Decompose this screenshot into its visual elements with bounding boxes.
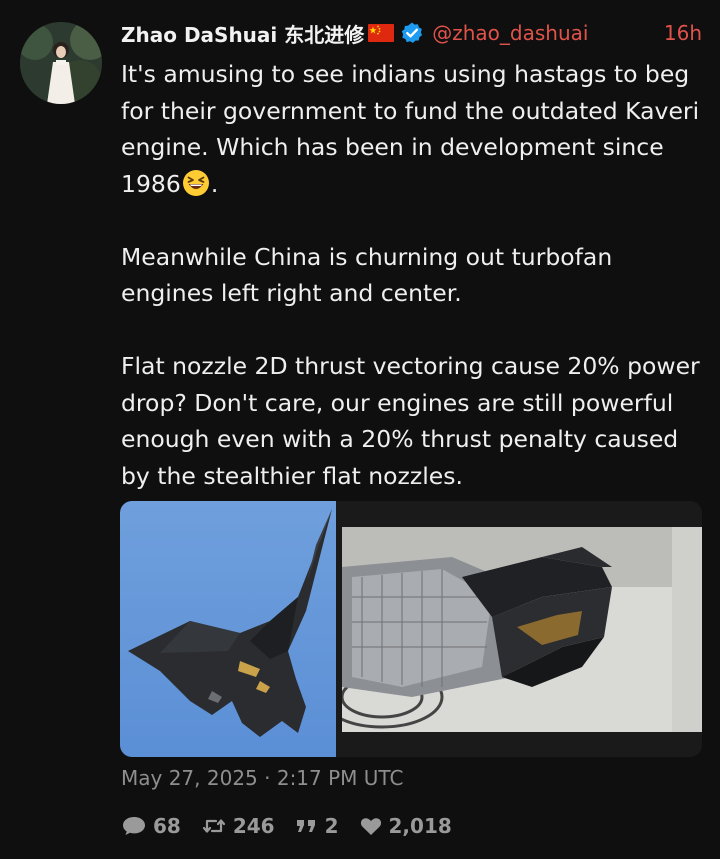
reply-count: 68 [153,814,181,838]
like-button[interactable]: 2,018 [359,814,452,838]
post-paragraph-3: Flat nozzle 2D thrust vectoring cause 20… [121,352,700,490]
retweet-button[interactable]: 246 [201,814,275,838]
post-paragraph-2: Meanwhile China is churning out turbofan… [121,242,613,308]
post-timestamp[interactable]: May 27, 2025 · 2:17 PM UTC [121,766,403,790]
author-name[interactable]: Zhao DaShuai 东北进修 [121,19,364,48]
post-paragraph-1-end: . [210,169,219,198]
laughing-face-emoji-icon [182,169,210,197]
retweet-icon [202,819,225,833]
post-paragraph-1: It's amusing to see indians using hastag… [121,56,706,202]
post-time-ago[interactable]: 16h [664,21,702,45]
comment-icon [123,817,145,835]
reply-button[interactable]: 68 [121,814,181,838]
heart-icon [360,818,381,835]
verified-badge-icon [400,21,424,45]
quote-button[interactable]: 2 [295,814,339,838]
retweet-count: 246 [232,814,275,838]
post-stats: 68 246 2 2,018 [121,810,472,842]
quote-icon [296,820,315,832]
quote-count: 2 [324,814,339,838]
post-media [120,501,702,757]
post-header: Zhao DaShuai 东北进修 @zhao_dashuai 16h [121,18,702,48]
post-text: It's amusing to see indians using hastag… [121,56,706,494]
avatar[interactable] [20,22,102,104]
media-image-flat-nozzle-engine[interactable] [320,527,702,732]
like-count: 2,018 [388,814,452,838]
china-flag-icon [368,24,395,42]
media-image-stealth-jet[interactable] [120,501,336,757]
avatar-image [20,22,102,104]
author-handle[interactable]: @zhao_dashuai [432,21,588,45]
